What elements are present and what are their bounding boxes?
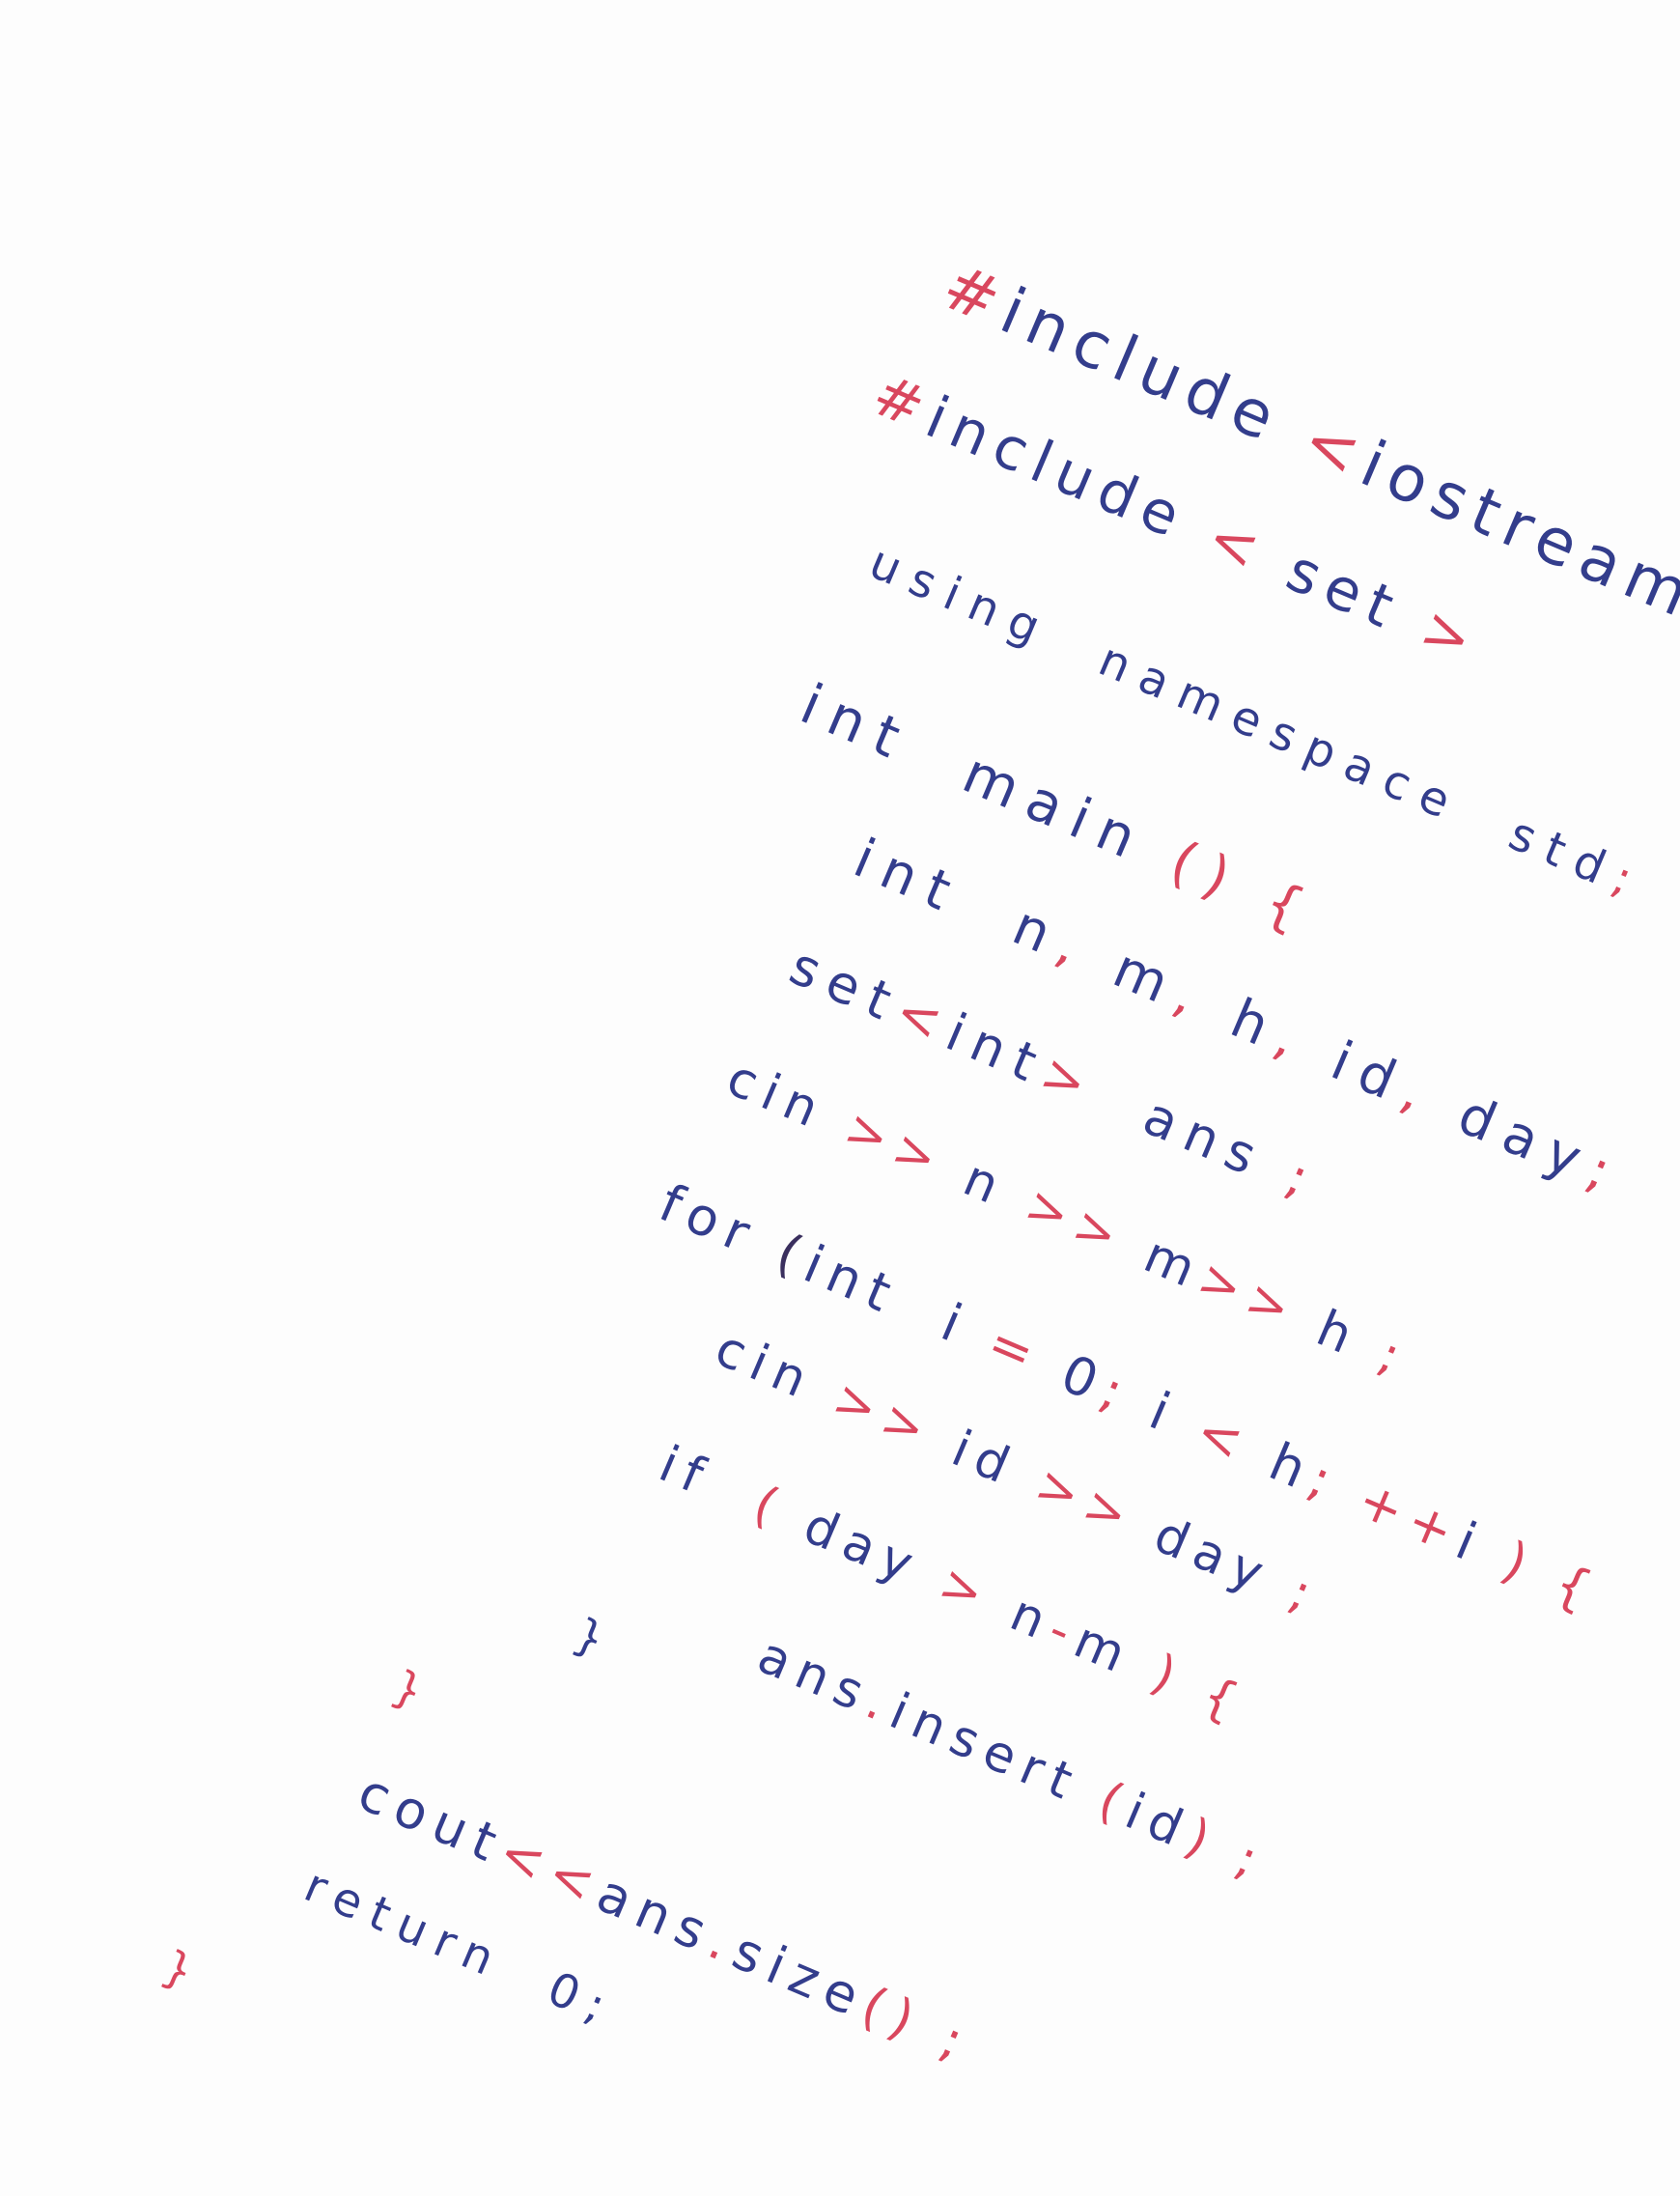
code-token: ans: [749, 1626, 882, 1727]
handwritten-code: #include <iostream> #include < set > usi…: [0, 0, 1680, 2196]
code-token: ) {: [1470, 1519, 1610, 1625]
code-token: ) {: [1119, 1634, 1255, 1736]
notebook-page: #include <iostream> #include < set > usi…: [0, 0, 1680, 2196]
line-close-if: }: [419, 1514, 637, 1707]
code-token: id: [919, 1410, 1050, 1509]
code-token: cin: [718, 1049, 859, 1153]
code-token: }: [384, 1659, 440, 1723]
code-token: set: [781, 935, 911, 1036]
code-token: size: [724, 1920, 877, 2031]
code-token: day: [796, 1496, 954, 1608]
code-token: day: [1449, 1084, 1603, 1197]
code-token: }: [154, 1939, 210, 2003]
